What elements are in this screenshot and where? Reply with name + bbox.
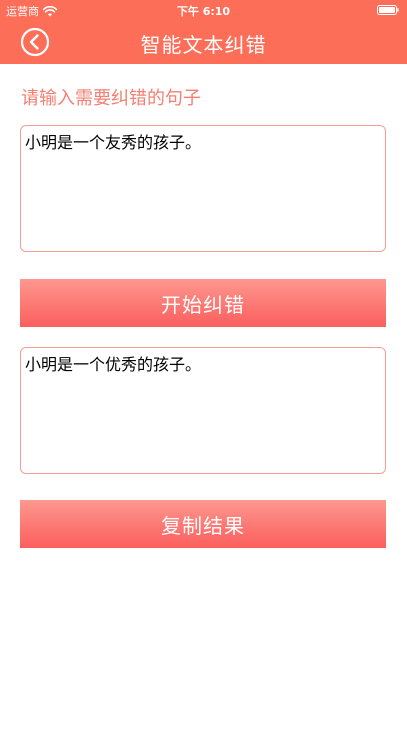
correction-result-field[interactable]: 小明是一个优秀的孩子。 <box>20 347 386 474</box>
sentence-input[interactable]: 小明是一个友秀的孩子。 <box>20 125 386 252</box>
page-title: 智能文本纠错 <box>140 33 267 57</box>
input-prompt-label: 请输入需要纠错的句子 <box>21 88 201 109</box>
nav-bar: 智能文本纠错 <box>0 20 407 64</box>
header-bar: 运营商 下午 6:10 智能文本纠错 <box>0 0 407 64</box>
status-time: 下午 6:10 <box>176 5 231 18</box>
status-bar: 运营商 下午 6:10 <box>0 0 407 20</box>
start-correction-button[interactable]: 开始纠错 <box>20 279 386 327</box>
battery-icon <box>377 5 399 15</box>
copy-result-button[interactable]: 复制结果 <box>20 500 386 548</box>
